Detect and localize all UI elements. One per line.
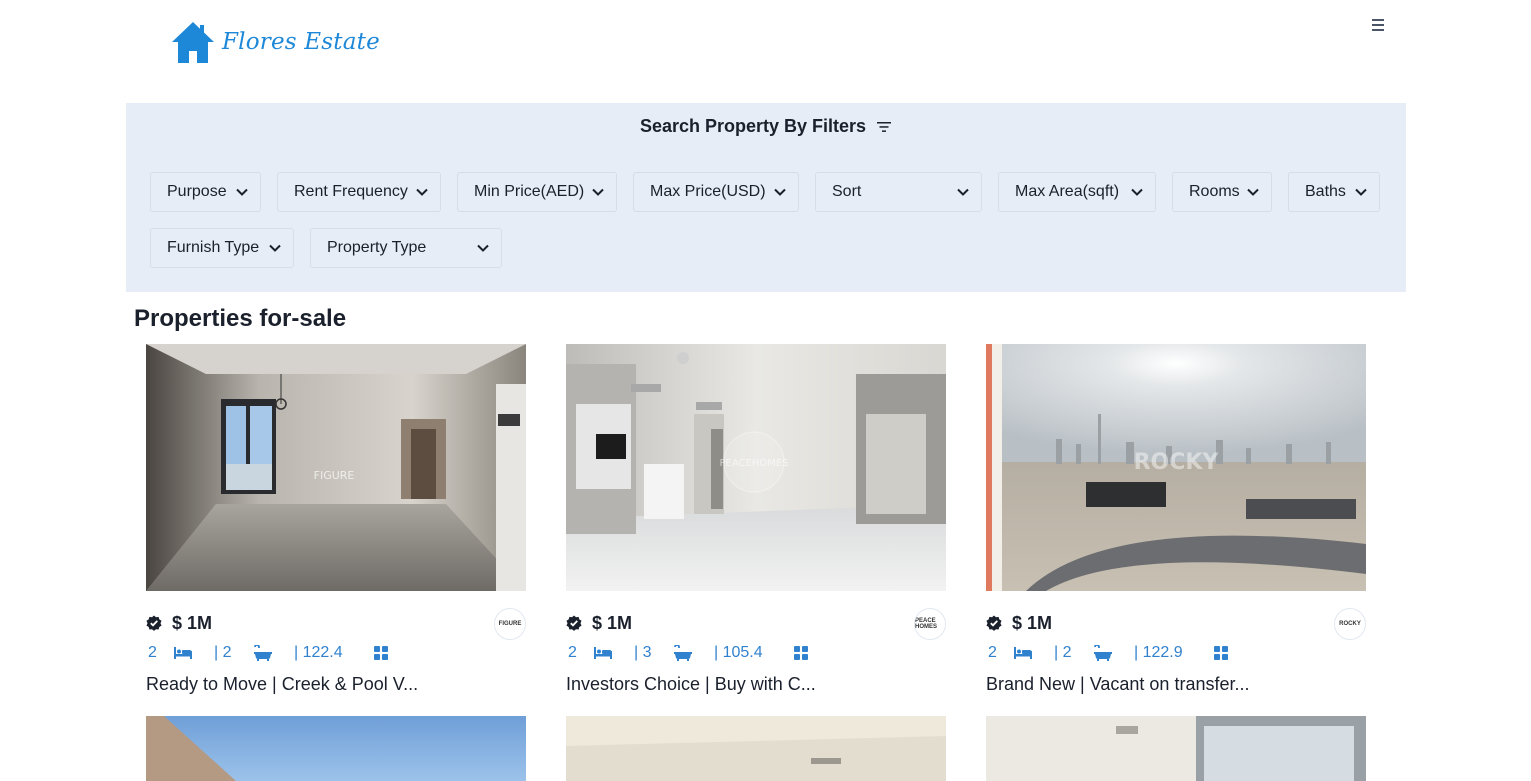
property-price: $ 1M bbox=[592, 612, 633, 633]
property-photo[interactable] bbox=[566, 716, 946, 781]
filter-lines-icon bbox=[877, 121, 892, 132]
property-type-select[interactable]: Property Type bbox=[310, 228, 502, 268]
svg-text:FIGURE: FIGURE bbox=[314, 469, 355, 482]
chevron-down-icon bbox=[236, 188, 248, 196]
furnish-type-select[interactable]: Furnish Type bbox=[150, 228, 294, 268]
property-photo[interactable] bbox=[986, 716, 1366, 781]
purpose-select[interactable]: Purpose bbox=[150, 172, 261, 212]
property-stats: 2 | 2 | 122.9 bbox=[986, 644, 1254, 662]
property-photo[interactable]: FIGURE bbox=[146, 344, 526, 591]
bath-icon bbox=[1094, 645, 1134, 661]
property-card[interactable] bbox=[566, 716, 946, 781]
price-row: $ 1M PEACE HOMES bbox=[566, 608, 946, 640]
property-stats: 2 | 3 | 105.4 bbox=[566, 644, 834, 662]
max-area-select-label: Max Area(sqft) bbox=[1015, 183, 1120, 200]
sort-select[interactable]: Sort bbox=[815, 172, 982, 212]
max-area-select[interactable]: Max Area(sqft) bbox=[998, 172, 1156, 212]
property-stats: 2 | 2 | 122.4 bbox=[146, 644, 414, 662]
agency-logo-label: ROCKY bbox=[1339, 621, 1361, 627]
chevron-down-icon bbox=[774, 188, 786, 196]
rooms-select[interactable]: Rooms bbox=[1172, 172, 1272, 212]
agency-logo-label: FIGURE bbox=[498, 621, 522, 627]
baths-count: | 3 bbox=[634, 644, 652, 661]
verified-badge-icon bbox=[566, 615, 582, 631]
area-sqft: | 105.4 bbox=[714, 644, 763, 661]
property-photo[interactable] bbox=[146, 716, 526, 781]
baths-count: | 2 bbox=[1054, 644, 1072, 661]
property-title[interactable]: Investors Choice | Buy with C... bbox=[566, 674, 816, 695]
max-price-select-label: Max Price(USD) bbox=[650, 183, 766, 200]
chevron-down-icon bbox=[592, 188, 604, 196]
rooms-count: 2 bbox=[988, 644, 997, 661]
chevron-down-icon bbox=[1131, 188, 1143, 196]
property-card[interactable] bbox=[986, 716, 1366, 781]
property-card[interactable]: ROCKY $ 1M ROCKY 2 | 2 | 122.9 Brand New… bbox=[986, 344, 1366, 694]
rooms-select-label: Rooms bbox=[1189, 183, 1240, 200]
filter-panel: Search Property By Filters Purpose Rent … bbox=[126, 103, 1406, 292]
filter-panel-header[interactable]: Search Property By Filters bbox=[126, 116, 1406, 137]
area-sqft: | 122.4 bbox=[294, 644, 343, 661]
chevron-down-icon bbox=[1247, 188, 1259, 196]
property-type-select-label: Property Type bbox=[327, 239, 427, 256]
bath-icon bbox=[254, 645, 294, 661]
furnish-type-select-label: Furnish Type bbox=[167, 239, 260, 256]
min-price-select-label: Min Price(AED) bbox=[474, 183, 585, 200]
price-row: $ 1M FIGURE bbox=[146, 608, 526, 640]
grid-icon bbox=[1214, 646, 1254, 660]
house-icon bbox=[172, 22, 214, 63]
baths-select-label: Baths bbox=[1305, 183, 1346, 200]
area-sqft: | 122.9 bbox=[1134, 644, 1183, 661]
svg-text:ROCKY: ROCKY bbox=[1134, 450, 1220, 475]
property-title[interactable]: Ready to Move | Creek & Pool V... bbox=[146, 674, 418, 695]
agency-logo[interactable]: FIGURE bbox=[494, 608, 526, 640]
bed-icon bbox=[174, 647, 214, 659]
property-photo[interactable]: ROCKY bbox=[986, 344, 1366, 591]
bed-icon bbox=[1014, 647, 1054, 659]
agency-logo[interactable]: PEACE HOMES bbox=[914, 608, 946, 640]
purpose-select-label: Purpose bbox=[167, 183, 227, 200]
bed-icon bbox=[594, 647, 634, 659]
price-row: $ 1M ROCKY bbox=[986, 608, 1366, 640]
chevron-down-icon bbox=[269, 244, 281, 252]
svg-text:PEACEHOMES: PEACEHOMES bbox=[720, 458, 789, 469]
chevron-down-icon bbox=[1355, 188, 1367, 196]
min-price-select[interactable]: Min Price(AED) bbox=[457, 172, 617, 212]
chevron-down-icon bbox=[416, 188, 428, 196]
property-card[interactable]: PEACEHOMES $ 1M PEACE HOMES 2 | 3 | 105.… bbox=[566, 344, 946, 694]
brand-name: Flores Estate bbox=[222, 29, 380, 55]
grid-icon bbox=[794, 646, 834, 660]
property-title[interactable]: Brand New | Vacant on transfer... bbox=[986, 674, 1249, 695]
rooms-count: 2 bbox=[568, 644, 577, 661]
property-card[interactable] bbox=[146, 716, 526, 781]
property-photo[interactable]: PEACEHOMES bbox=[566, 344, 946, 591]
rent-frequency-select-label: Rent Frequency bbox=[294, 183, 408, 200]
bath-icon bbox=[674, 645, 714, 661]
section-title: Properties for-sale bbox=[134, 305, 347, 332]
sort-select-label: Sort bbox=[832, 183, 862, 200]
agency-logo-label: PEACE HOMES bbox=[915, 618, 938, 630]
rent-frequency-select[interactable]: Rent Frequency bbox=[277, 172, 441, 212]
property-price: $ 1M bbox=[172, 612, 213, 633]
grid-icon bbox=[374, 646, 414, 660]
hamburger-menu-icon[interactable] bbox=[1369, 17, 1387, 33]
baths-select[interactable]: Baths bbox=[1288, 172, 1380, 212]
filter-panel-title: Search Property By Filters bbox=[639, 116, 867, 136]
verified-badge-icon bbox=[146, 615, 162, 631]
verified-badge-icon bbox=[986, 615, 1002, 631]
chevron-down-icon bbox=[477, 244, 489, 252]
chevron-down-icon bbox=[957, 188, 969, 196]
property-price: $ 1M bbox=[1012, 612, 1053, 633]
rooms-count: 2 bbox=[148, 644, 157, 661]
brand-logo[interactable]: Flores Estate bbox=[170, 20, 380, 64]
max-price-select[interactable]: Max Price(USD) bbox=[633, 172, 799, 212]
agency-logo[interactable]: ROCKY bbox=[1334, 608, 1366, 640]
property-card[interactable]: FIGURE $ 1M FIGURE 2 | 2 | 122.4 Ready t… bbox=[146, 344, 526, 694]
baths-count: | 2 bbox=[214, 644, 232, 661]
